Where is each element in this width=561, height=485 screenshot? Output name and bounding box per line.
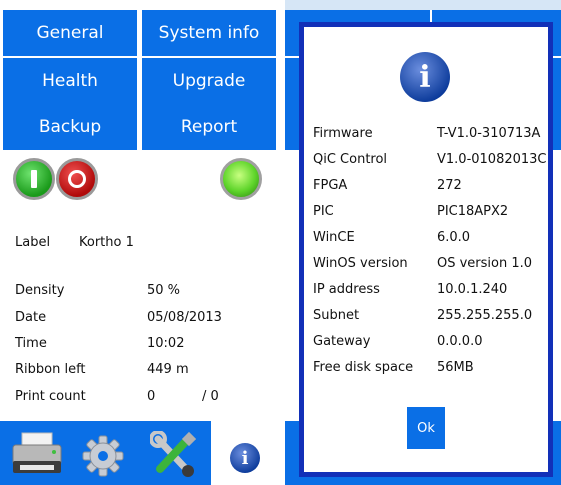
time-value: 10:02 — [147, 336, 185, 351]
time-key: Time — [15, 336, 47, 351]
ip-address-key: IP address — [313, 282, 380, 297]
gateway-key: Gateway — [313, 334, 371, 349]
stop-button[interactable] — [56, 158, 98, 200]
fpga-key: FPGA — [313, 178, 348, 193]
date-value: 05/08/2013 — [147, 310, 222, 325]
health-button[interactable]: Health — [3, 58, 137, 104]
date-key: Date — [15, 310, 47, 325]
firmware-key: Firmware — [313, 126, 373, 141]
info-icon: i — [230, 443, 260, 473]
print-count-total: / 0 — [202, 389, 219, 404]
gear-icon[interactable] — [82, 435, 124, 477]
ip-address-value: 10.0.1.240 — [437, 282, 508, 297]
print-count-key: Print count — [15, 389, 86, 404]
system-info-screen: i Firmware T-V1.0-310713A QiC Control V1… — [285, 0, 561, 485]
pic-value: PIC18APX2 — [437, 204, 509, 219]
pic-key: PIC — [313, 204, 334, 219]
status-led-icon — [220, 158, 262, 200]
print-count-value: 0 — [147, 389, 156, 404]
ribbon-left-key: Ribbon left — [15, 362, 86, 377]
subnet-key: Subnet — [313, 308, 360, 323]
wince-key: WinCE — [313, 230, 355, 245]
free-disk-space-value: 56MB — [437, 360, 474, 375]
wince-value: 6.0.0 — [437, 230, 471, 245]
qic-control-key: QiC Control — [313, 152, 388, 167]
label-key: Label — [15, 235, 51, 250]
report-button[interactable]: Report — [142, 104, 276, 150]
winos-version-value: OS version 1.0 — [437, 256, 533, 271]
system-info-button[interactable]: System info — [142, 10, 276, 56]
gateway-value: 0.0.0.0 — [437, 334, 483, 349]
info-icon: i — [400, 52, 450, 102]
main-screen: General System info Health Upgrade Backu… — [0, 0, 276, 485]
tools-icon[interactable] — [150, 431, 196, 479]
density-key: Density — [15, 283, 65, 298]
fpga-value: 272 — [437, 178, 462, 193]
start-button[interactable] — [13, 158, 55, 200]
bottom-toolbar — [0, 421, 211, 485]
general-button[interactable]: General — [3, 10, 137, 56]
winos-version-key: WinOS version — [313, 256, 408, 271]
upgrade-button[interactable]: Upgrade — [142, 58, 276, 104]
ok-button[interactable]: Ok — [407, 407, 445, 449]
system-info-dialog: i Firmware T-V1.0-310713A QiC Control V1… — [299, 22, 553, 477]
backup-button[interactable]: Backup — [3, 104, 137, 150]
printer-icon[interactable] — [10, 431, 64, 477]
ribbon-left-value: 449 m — [147, 362, 189, 377]
subnet-value: 255.255.255.0 — [437, 308, 533, 323]
qic-control-value: V1.0-01082013C — [437, 152, 547, 167]
info-tab[interactable]: i — [221, 431, 276, 485]
density-value: 50 % — [147, 283, 181, 298]
label-value: Kortho 1 — [79, 235, 134, 250]
free-disk-space-key: Free disk space — [313, 360, 414, 375]
firmware-value: T-V1.0-310713A — [437, 126, 541, 141]
